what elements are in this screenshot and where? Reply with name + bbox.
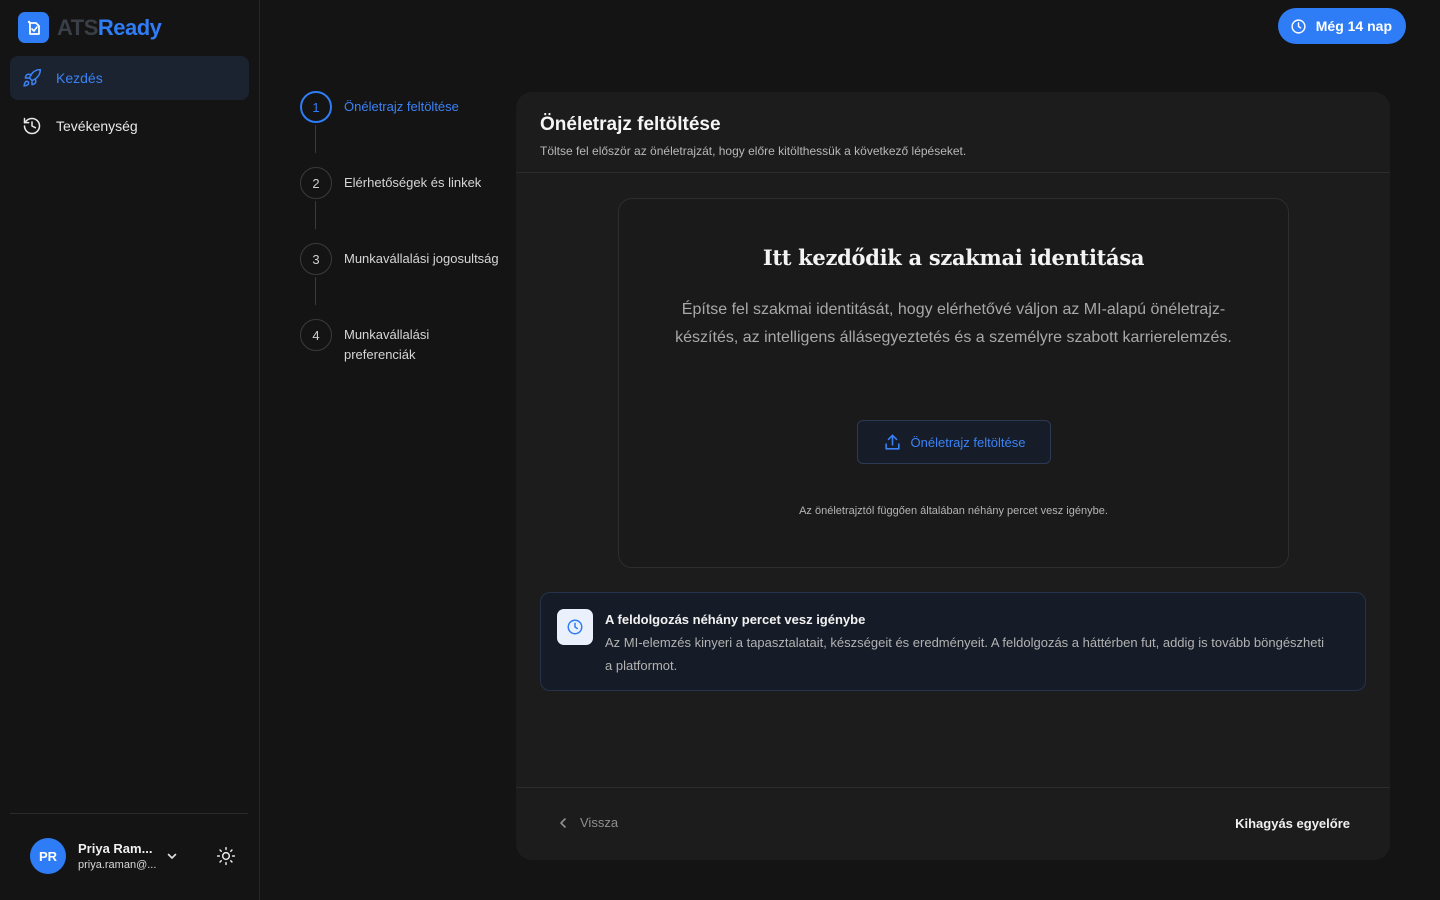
sidebar-item-kezdes[interactable]: Kezdés [10,56,249,100]
upload-dropzone[interactable]: Itt kezdődik a szakmai identitása Építse… [618,198,1289,568]
back-label: Vissza [580,815,619,830]
logo-icon [18,12,49,43]
upload-title: Itt kezdődik a szakmai identitása [762,245,1145,270]
step-label: Önéletrajz feltöltése [344,99,459,114]
back-button[interactable]: Vissza [558,815,618,830]
step-label: Munkavállalási preferenciák [344,327,430,362]
skip-button[interactable]: Kihagyás egyelőre [1235,816,1350,831]
step-number: 3 [300,243,332,275]
step-4[interactable]: 4 Munkavállalási preferenciák [300,319,500,395]
sidebar-item-label: Tevékenység [56,118,138,134]
page-title: Önéletrajz feltöltése [540,114,721,135]
step-number: 1 [300,91,332,123]
trial-days-button[interactable]: Még 14 nap [1277,8,1406,44]
user-email: priya.raman@... [78,859,157,871]
clock-icon [557,609,593,645]
info-text: Az MI-elemzés kinyeri a tapasztalatait, … [605,635,1325,673]
avatar: PR [30,838,66,874]
step-3[interactable]: 3 Munkavállalási jogosultság [300,243,500,319]
step-1[interactable]: 1 Önéletrajz feltöltése [300,91,500,167]
sidebar: ATSReady Kezdés Tevékenység PR Priya Ram… [0,0,260,900]
step-label: Munkavállalási jogosultság [344,251,499,266]
logo-text: ATSReady [57,14,162,40]
upload-note: Az önéletrajztól függően általában néhán… [799,505,1108,517]
sidebar-item-label: Kezdés [56,70,103,86]
onboarding-stepper: 1 Önéletrajz feltöltése 2 Elérhetőségek … [300,91,500,395]
step-number: 4 [300,319,332,351]
step-connector [315,201,316,229]
info-title: A feldolgozás néhány percet vesz igénybe [605,612,866,627]
rocket-icon [23,68,42,87]
upload-resume-button[interactable]: Önéletrajz feltöltése [857,420,1051,464]
step-connector [315,125,316,153]
main-card: Önéletrajz feltöltése Töltse fel először… [516,92,1390,860]
sidebar-item-tevekenyseg[interactable]: Tevékenység [10,104,249,148]
trial-label: Még 14 nap [1315,18,1392,34]
step-2[interactable]: 2 Elérhetőségek és linkek [300,167,500,243]
upload-button-label: Önéletrajz feltöltése [910,434,1026,450]
info-banner: A feldolgozás néhány percet vesz igénybe… [540,592,1366,691]
step-label: Elérhetőségek és linkek [344,175,482,190]
card-header: Önéletrajz feltöltése Töltse fel először… [516,92,1390,173]
page-subtitle: Töltse fel először az önéletrajzát, hogy… [540,144,967,158]
history-icon [23,117,41,135]
user-name: Priya Ram... [78,841,153,856]
clock-icon [1291,18,1306,34]
chevron-left-icon [560,817,566,828]
step-connector [315,277,316,305]
step-number: 2 [300,167,332,199]
logo[interactable]: ATSReady [18,12,162,43]
user-menu[interactable]: PR Priya Ram... priya.raman@... [30,838,236,874]
card-footer: Vissza Kihagyás egyelőre [516,787,1390,860]
upload-description: Építse fel szakmai identitását, hogy elé… [675,301,1232,346]
sun-icon[interactable] [216,846,236,871]
chevron-down-icon[interactable] [166,849,178,867]
upload-icon [884,434,900,450]
sidebar-divider [10,813,248,814]
